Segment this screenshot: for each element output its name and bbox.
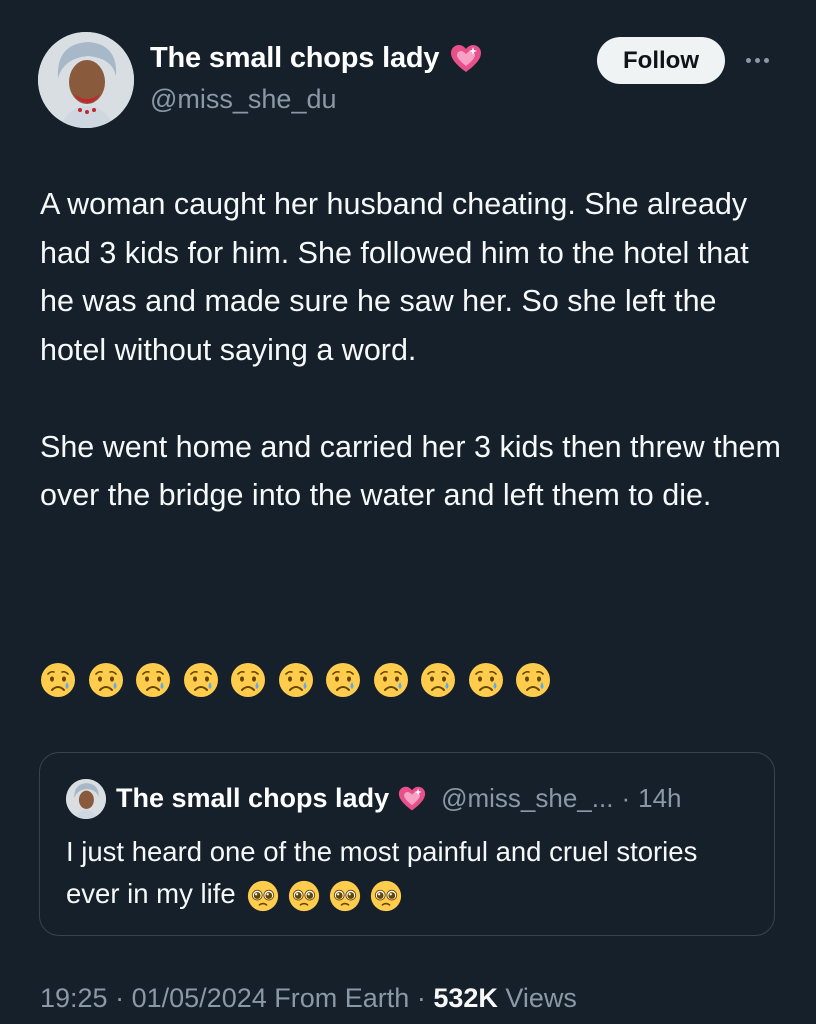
sad-but-relieved-face-icon xyxy=(373,663,408,697)
tweet-time[interactable]: 19:25 xyxy=(40,983,108,1013)
sad-but-relieved-face-icon xyxy=(516,663,550,697)
sparkling-heart-icon xyxy=(398,786,426,810)
more-dot xyxy=(754,57,760,63)
sad-but-relieved-face-icon xyxy=(326,663,360,697)
pleading-face-icon xyxy=(289,880,320,911)
tweet-date[interactable]: 01/05/2024 xyxy=(132,983,267,1013)
quoted-author-avatar xyxy=(66,779,106,819)
author-handle[interactable]: @miss_she_du xyxy=(150,84,337,115)
more-dot xyxy=(763,57,769,63)
quoted-tweet[interactable]: The small chops lady @miss_she_... · 14h… xyxy=(39,752,775,936)
author-display-name[interactable]: The small chops lady xyxy=(150,42,440,75)
quoted-author-handle: @miss_she_... xyxy=(441,783,614,813)
quoted-tweet-header: The small chops lady @miss_she_... · 14h xyxy=(116,783,682,814)
quoted-tweet-text: I just heard one of the most painful and… xyxy=(66,831,756,915)
avatar-portrait-icon xyxy=(66,779,106,819)
author-avatar[interactable] xyxy=(38,32,134,128)
sad-but-relieved-face-icon xyxy=(88,663,123,697)
sad-but-relieved-face-icon xyxy=(468,663,503,697)
follow-button[interactable]: Follow xyxy=(597,37,725,84)
tweet-text: A woman caught her husband cheating. She… xyxy=(40,180,790,520)
sad-but-relieved-face-icon xyxy=(421,663,455,697)
pleading-face-icon xyxy=(371,880,402,911)
separator-dot: · xyxy=(115,983,125,1013)
more-dot xyxy=(745,57,751,63)
tweet-source: From Earth xyxy=(274,983,410,1013)
tweet-emoji-row xyxy=(40,662,551,698)
tweet-header: The small chops lady @miss_she_du Follow xyxy=(0,0,816,140)
sad-but-relieved-face-icon xyxy=(278,663,313,697)
quoted-emoji-row xyxy=(247,880,402,912)
sad-but-relieved-face-icon xyxy=(41,663,75,697)
pleading-face-icon xyxy=(330,880,361,911)
sparkling-heart-icon xyxy=(451,44,482,72)
quoted-author-display-name: The small chops lady xyxy=(116,783,390,813)
sad-but-relieved-face-icon xyxy=(231,663,265,697)
separator-dot: · xyxy=(416,983,426,1013)
sad-but-relieved-face-icon xyxy=(183,663,218,697)
author-name-row: The small chops lady xyxy=(150,42,483,75)
quoted-tweet-time: 14h xyxy=(638,783,682,813)
views-label: Views xyxy=(505,983,577,1013)
more-horizontal-icon[interactable] xyxy=(737,45,777,75)
avatar-portrait-icon xyxy=(38,32,134,128)
tweet-meta: 19:25 · 01/05/2024 From Earth · 532K Vie… xyxy=(40,983,577,1014)
views-count[interactable]: 532K xyxy=(433,983,498,1013)
tweet-paragraph: A woman caught her husband cheating. She… xyxy=(40,187,749,367)
separator-dot: · xyxy=(621,783,631,813)
pleading-face-icon xyxy=(248,880,279,911)
tweet-paragraph: She went home and carried her 3 kids the… xyxy=(40,429,781,513)
sad-but-relieved-face-icon xyxy=(136,663,170,697)
